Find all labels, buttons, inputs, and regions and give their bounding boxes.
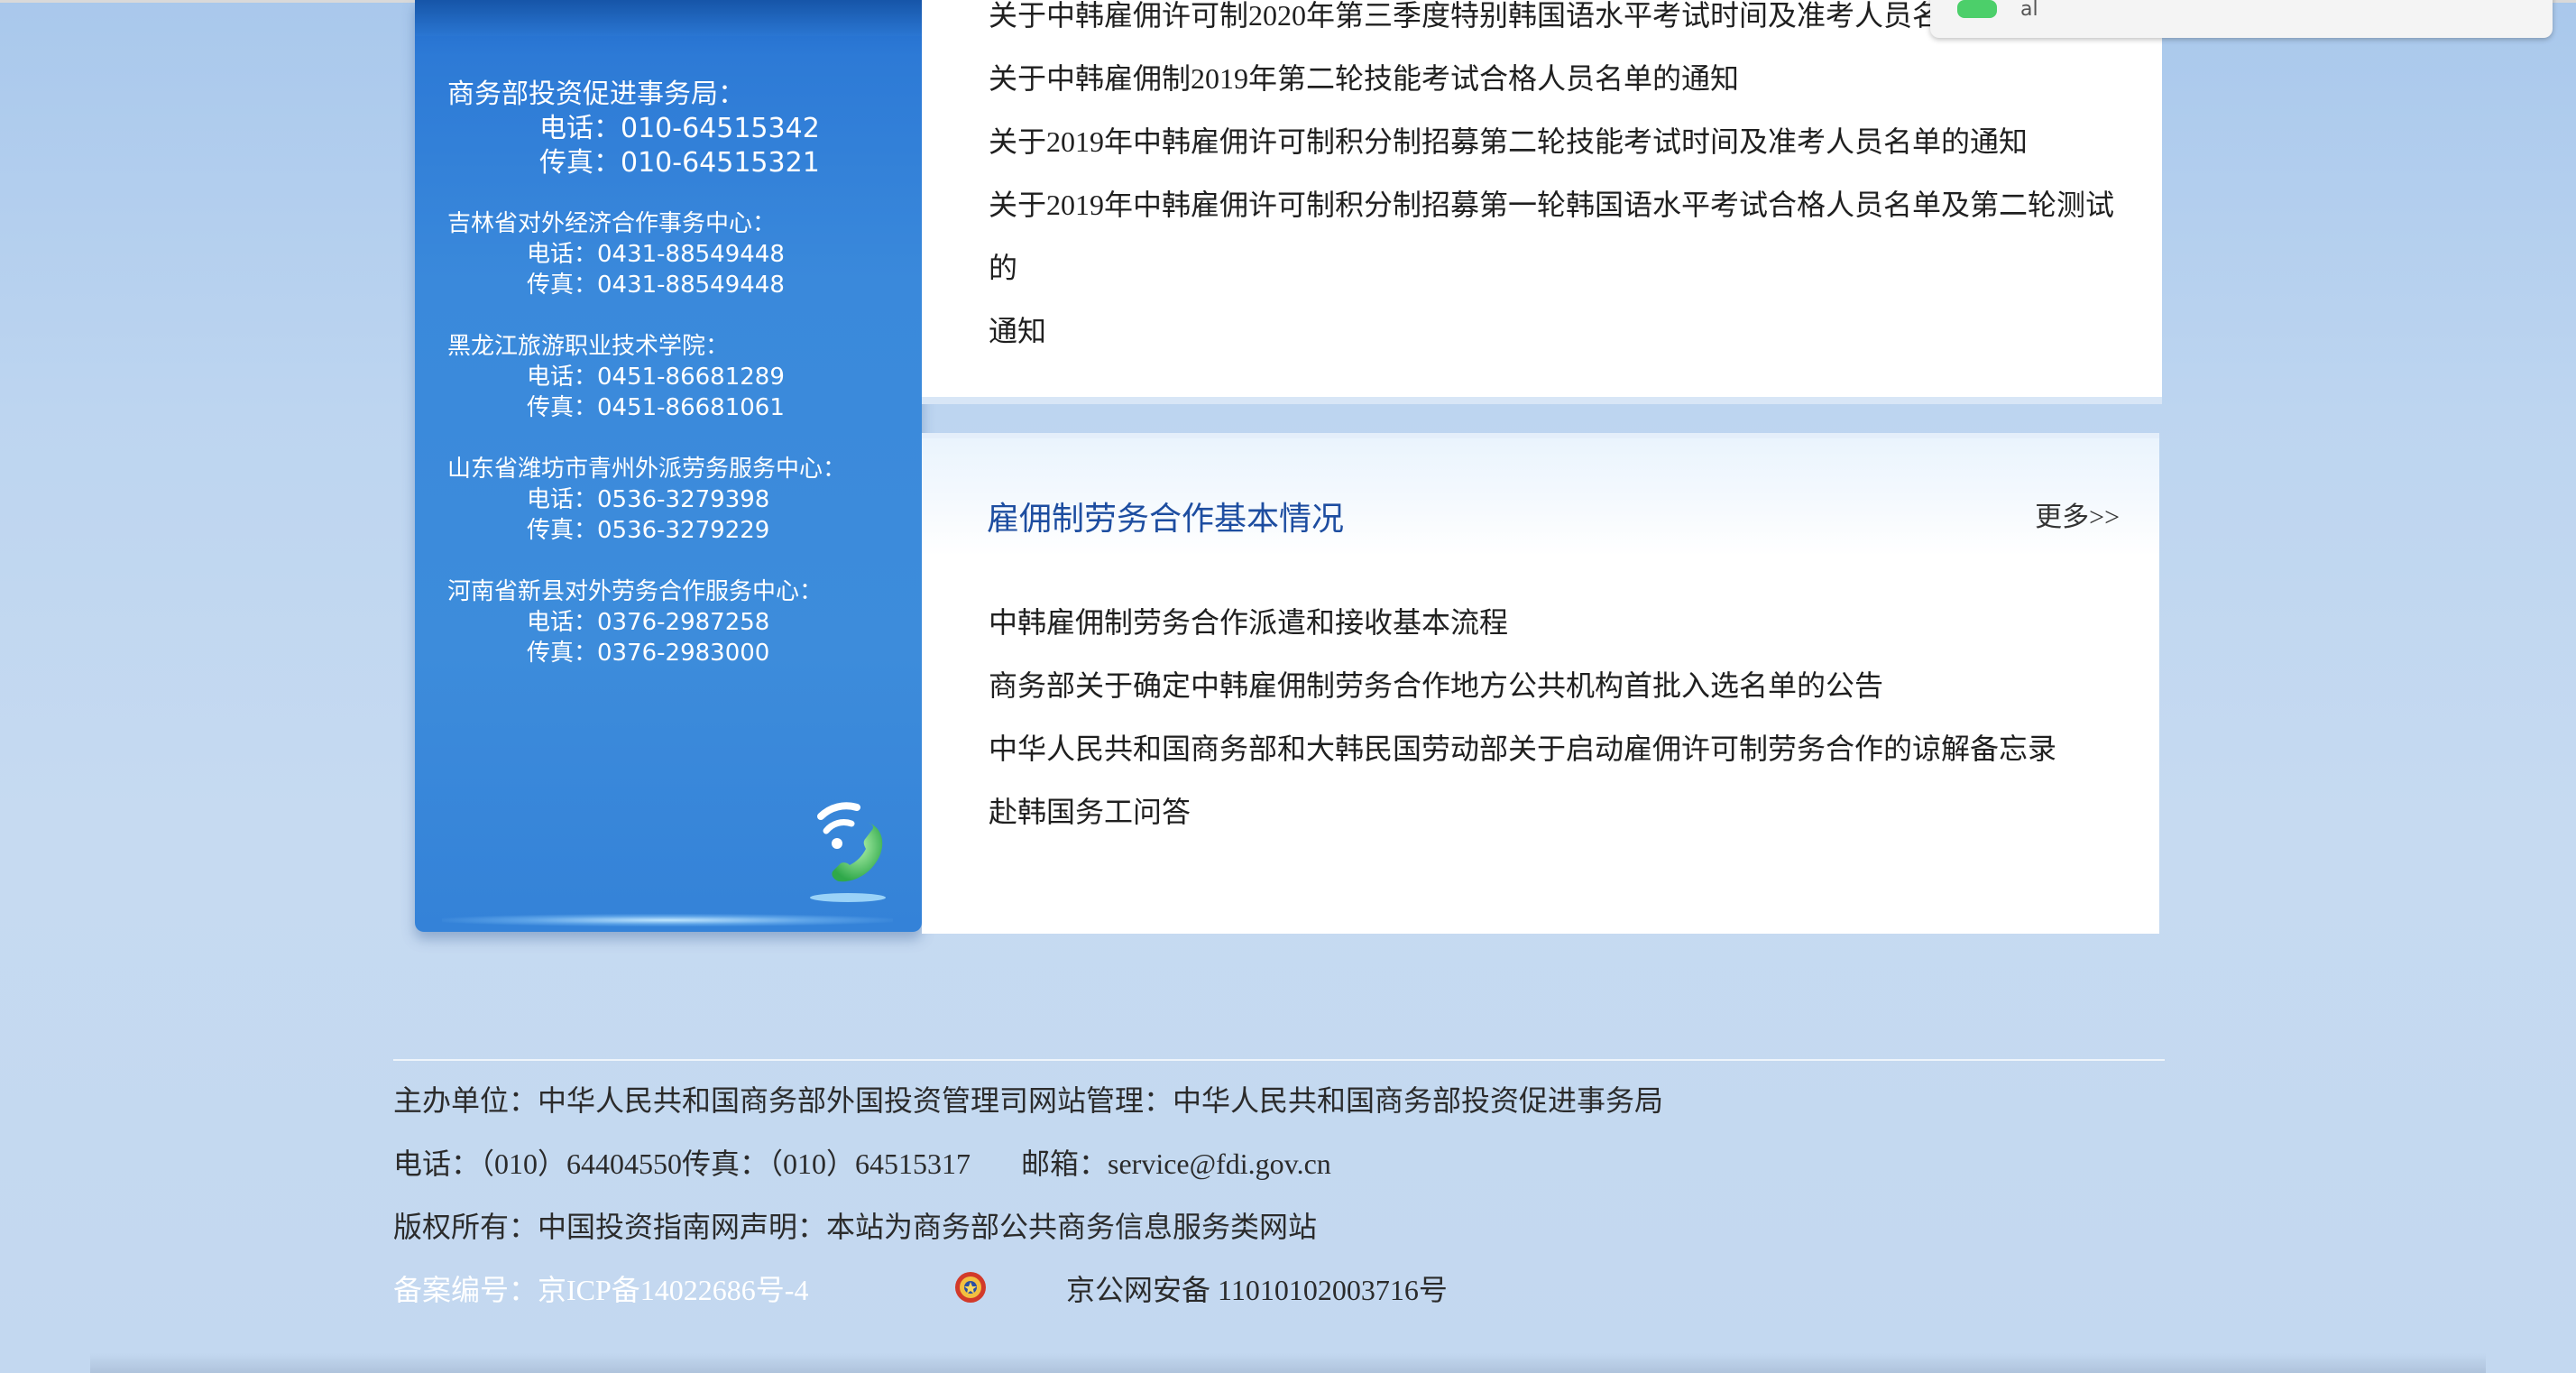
contact-org-main: 商务部投资促进事务局： 电话：010-64515342 传真：010-64515… xyxy=(447,78,820,180)
footer-registration: 备案编号：京ICP备14022686号-4 京公网安备 110101020037… xyxy=(393,1258,2165,1322)
contact-panel: 商务部投资促进事务局： 电话：010-64515342 传真：010-64515… xyxy=(415,0,922,932)
contact-org: 黑龙江旅游职业技术学院： 电话：0451-86681289 传真：0451-86… xyxy=(447,331,785,423)
app-icon xyxy=(1957,0,1997,18)
footer-sponsor-text: 主办单位：中华人民共和国商务部外国投资管理司网站管理：中华人民共和国商务部投资促… xyxy=(393,1084,1664,1117)
panel-top-cap xyxy=(415,0,922,36)
contact-org: 河南省新县对外劳务合作服务中心： 电话：0376-2987258 传真：0376… xyxy=(447,576,823,668)
contact-phone: 电话：0431-88549448 xyxy=(527,241,785,268)
police-badge-icon[interactable] xyxy=(952,1269,989,1305)
section-panel: 雇佣制劳务合作基本情况 更多>> 中韩雇佣制劳务合作派遣和接收基本流程 商务部关… xyxy=(922,433,2159,934)
contact-org-name: 吉林省对外经济合作事务中心： xyxy=(447,210,777,237)
contact-org: 吉林省对外经济合作事务中心： 电话：0431-88549448 传真：0431-… xyxy=(447,208,785,300)
contact-phone: 电话：010-64515342 xyxy=(539,113,820,144)
footer-sponsor: 主办单位：中华人民共和国商务部外国投资管理司网站管理：中华人民共和国商务部投资促… xyxy=(393,1069,2165,1132)
news-link[interactable]: 关于2019年中韩雇佣许可制积分制招募第二轮技能考试时间及准考人员名单的通知 xyxy=(989,110,2134,173)
footer-copyright-text: 版权所有：中国投资指南网声明：本站为商务部公共商务信息服务类网站 xyxy=(393,1211,1318,1243)
contact-org-name: 河南省新县对外劳务合作服务中心： xyxy=(447,578,823,605)
contact-fax: 传真：010-64515321 xyxy=(539,147,820,179)
contact-org-name: 山东省潍坊市青州外派劳务服务中心： xyxy=(447,456,847,483)
contact-org: 山东省潍坊市青州外派劳务服务中心： 电话：0536-3279398 传真：053… xyxy=(447,454,846,546)
news-link-continuation[interactable]: 通知 xyxy=(989,299,2134,363)
contact-org-name: 商务部投资促进事务局： xyxy=(447,78,745,110)
news-link[interactable]: 关于中韩雇佣制2019年第二轮技能考试合格人员名单的通知 xyxy=(989,47,2134,110)
section-header: 雇佣制劳务合作基本情况 更多>> xyxy=(922,433,2159,556)
contact-fax: 传真：0451-86681061 xyxy=(527,394,785,421)
icp-link[interactable]: 备案编号：京ICP备14022686号-4 xyxy=(393,1258,808,1322)
contact-phone: 电话：0536-3279398 xyxy=(527,486,770,513)
section-link[interactable]: 商务部关于确定中韩雇佣制劳务合作地方公共机构首批入选名单的公告 xyxy=(989,654,2134,717)
footer-phone-fax: 电话：（010）64404550传真：（010）64515317 xyxy=(393,1147,971,1180)
police-record-link[interactable]: 京公网安备 11010102003716号 xyxy=(1066,1258,1448,1322)
news-link[interactable]: 关于2019年中韩雇佣许可制积分制招募第一轮韩国语水平考试合格人员名单及第二轮测… xyxy=(989,173,2134,299)
contact-org-name: 黑龙江旅游职业技术学院： xyxy=(447,333,730,360)
footer-email[interactable]: 邮箱：service@fdi.gov.cn xyxy=(1021,1132,1331,1195)
footer-contact: 电话：（010）64404550传真：（010）64515317 邮箱：serv… xyxy=(393,1132,2165,1195)
contact-phone: 电话：0376-2987258 xyxy=(527,609,770,636)
footer-divider xyxy=(393,1059,2165,1061)
footer-copyright: 版权所有：中国投资指南网声明：本站为商务部公共商务信息服务类网站 xyxy=(393,1195,2165,1258)
section-list: 中韩雇佣制劳务合作派遣和接收基本流程 商务部关于确定中韩雇佣制劳务合作地方公共机… xyxy=(989,591,2134,843)
panel-divider xyxy=(922,397,2162,404)
contact-fax: 传真：0536-3279229 xyxy=(527,517,770,544)
panel-bottom-glow xyxy=(442,914,893,926)
section-link[interactable]: 中韩雇佣制劳务合作派遣和接收基本流程 xyxy=(989,591,2134,654)
footer: 主办单位：中华人民共和国商务部外国投资管理司网站管理：中华人民共和国商务部投资促… xyxy=(393,1069,2165,1322)
section-link[interactable]: 赴韩国务工问答 xyxy=(989,780,2134,843)
phone-icon xyxy=(810,802,886,902)
contact-fax: 传真：0376-2983000 xyxy=(527,640,770,667)
notification-popup[interactable]: al xyxy=(1930,0,2553,38)
news-list: 关于中韩雇佣许可制2020年第三季度特别韩国语水平考试时间及准考人员名单的通知 … xyxy=(989,0,2134,363)
more-link[interactable]: 更多>> xyxy=(2035,494,2120,534)
section-title: 雇佣制劳务合作基本情况 xyxy=(987,501,1345,538)
contact-phone: 电话：0451-86681289 xyxy=(527,364,785,391)
news-panel: 关于中韩雇佣许可制2020年第三季度特别韩国语水平考试时间及准考人员名单的通知 … xyxy=(922,0,2162,404)
section-link[interactable]: 中华人民共和国商务部和大韩民国劳动部关于启动雇佣许可制劳务合作的谅解备忘录 xyxy=(989,717,2134,780)
notification-text: al xyxy=(2020,0,2038,21)
bottom-shadow xyxy=(90,1353,2486,1373)
contact-fax: 传真：0431-88549448 xyxy=(527,272,785,299)
